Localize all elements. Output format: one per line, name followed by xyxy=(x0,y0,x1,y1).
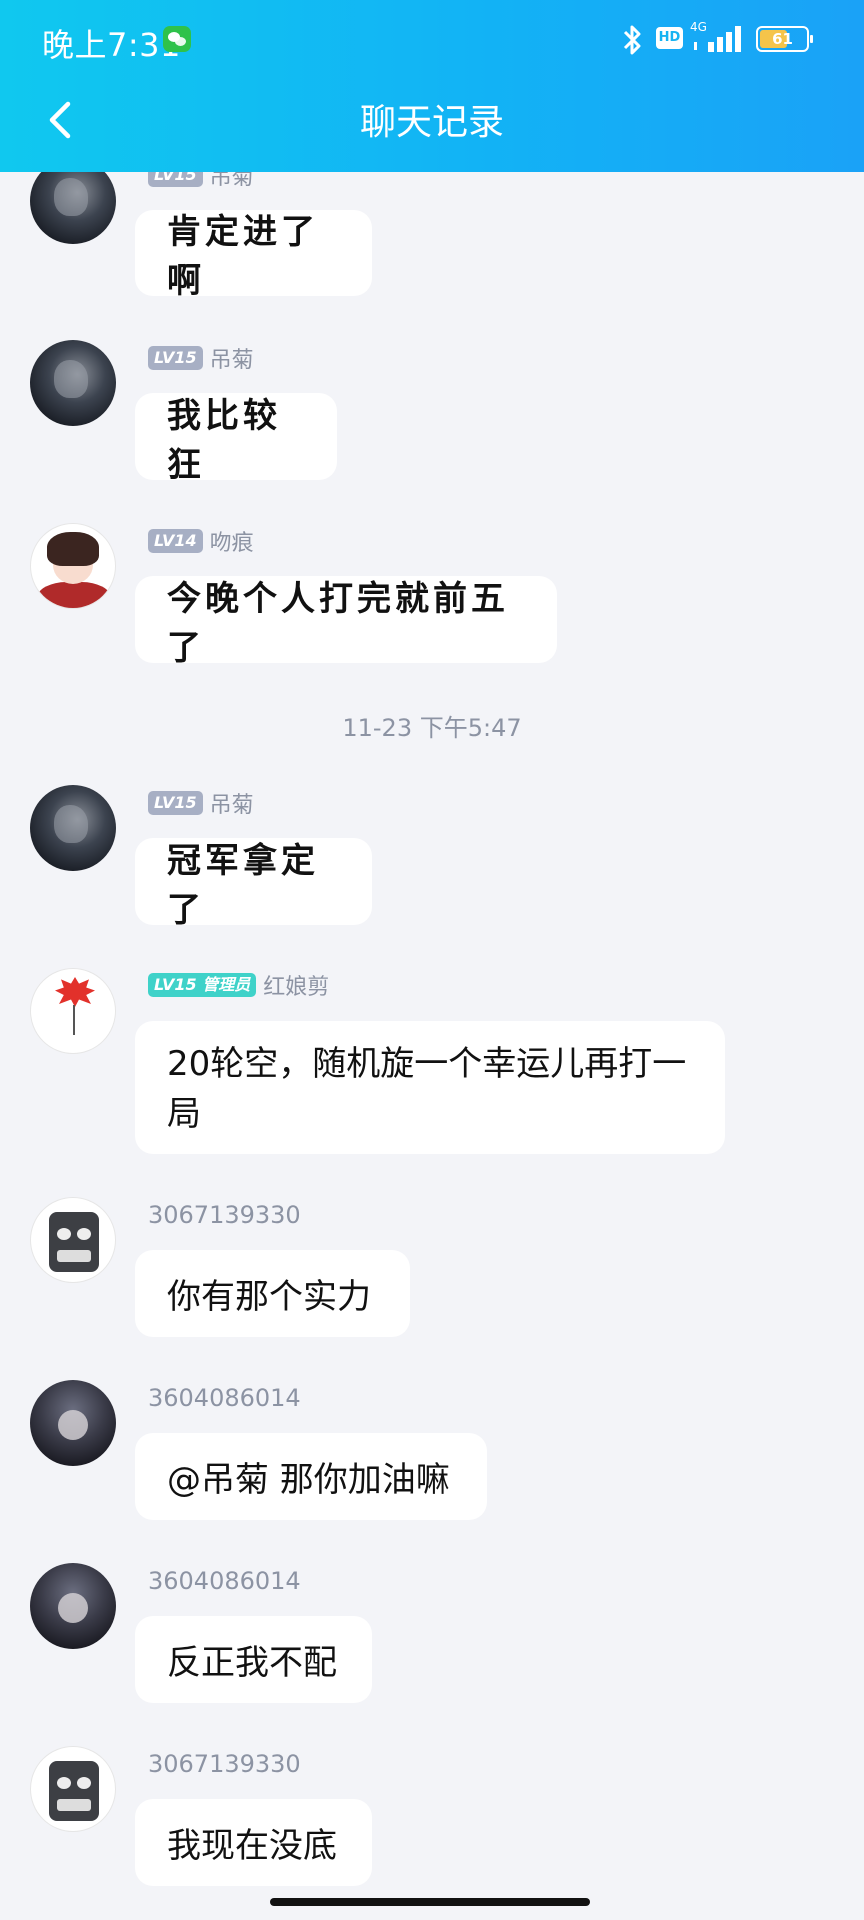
avatar[interactable] xyxy=(30,785,116,871)
message-bubble[interactable]: 冠军拿定了 xyxy=(135,838,372,930)
level-badge: LV15 xyxy=(148,346,203,370)
sender-meta: LV15 管理员 红娘剪 xyxy=(148,969,329,1001)
status-time: 晚上7:31 xyxy=(42,26,181,64)
sender-nickname[interactable]: 红娘剪 xyxy=(263,969,329,1001)
level-badge: LV15 管理员 xyxy=(148,973,257,997)
network-type: 4G xyxy=(690,20,707,34)
avatar[interactable] xyxy=(30,340,116,426)
message-bubble[interactable]: 我比较狂 xyxy=(135,393,337,485)
sender-uid[interactable]: 3067139330 xyxy=(148,1750,301,1778)
sender-uid[interactable]: 3604086014 xyxy=(148,1384,301,1412)
message-bubble[interactable]: 我现在没底 xyxy=(135,1799,372,1886)
avatar[interactable] xyxy=(30,523,116,609)
message-timestamp: 11-23 下午5:47 xyxy=(342,714,522,742)
message-bubble[interactable]: 今晚个人打完就前五了 xyxy=(135,576,557,668)
avatar[interactable] xyxy=(30,1746,116,1832)
sender-nickname[interactable]: 吊菊 xyxy=(210,342,254,374)
message-bubble[interactable]: 20轮空，随机旋一个幸运儿再打一局 xyxy=(135,1021,725,1154)
avatar[interactable] xyxy=(30,1197,116,1283)
page-title: 聊天记录 xyxy=(359,102,504,143)
battery-icon: 61 xyxy=(756,26,813,52)
sender-meta: 3067139330 xyxy=(148,1750,301,1778)
sender-meta: 3604086014 xyxy=(148,1567,301,1595)
wechat-icon xyxy=(163,26,191,52)
battery-level: 61 xyxy=(772,30,793,48)
level-badge: LV14 xyxy=(148,529,203,553)
sender-uid[interactable]: 3067139330 xyxy=(148,1201,301,1229)
message-bubble[interactable]: 反正我不配 xyxy=(135,1616,372,1703)
hd-icon: HD xyxy=(656,27,683,49)
signal-icon: 4G xyxy=(690,20,746,56)
message-bubble[interactable]: 肯定进了啊 xyxy=(135,210,372,301)
bluetooth-icon xyxy=(623,25,641,55)
message-bubble[interactable]: 你有那个实力 xyxy=(135,1250,410,1337)
avatar[interactable] xyxy=(30,1380,116,1466)
status-bar: 晚上7:31 HD 4G 61 xyxy=(0,0,864,78)
sender-meta: LV14 吻痕 xyxy=(148,525,254,557)
level-badge: LV15 xyxy=(148,791,203,815)
sender-meta: 3604086014 xyxy=(148,1384,301,1412)
admin-role-label: 管理员 xyxy=(202,975,251,994)
sender-meta: LV15 吊菊 xyxy=(148,342,254,374)
message-bubble[interactable]: @吊菊 那你加油嘛 xyxy=(135,1433,487,1520)
avatar[interactable] xyxy=(30,1563,116,1649)
chat-history[interactable]: LV15 吊菊 肯定进了啊 LV15 吊菊 我比较狂 LV14 吻痕 今晚个人打… xyxy=(0,0,864,1920)
sender-nickname[interactable]: 吻痕 xyxy=(210,525,254,557)
sender-uid[interactable]: 3604086014 xyxy=(148,1567,301,1595)
avatar[interactable] xyxy=(30,968,116,1054)
sender-nickname[interactable]: 吊菊 xyxy=(210,787,254,819)
sender-meta: 3067139330 xyxy=(148,1201,301,1229)
home-indicator[interactable] xyxy=(270,1898,590,1906)
app-header: 晚上7:31 HD 4G 61 聊天记录 xyxy=(0,0,864,172)
sender-meta: LV15 吊菊 xyxy=(148,787,254,819)
